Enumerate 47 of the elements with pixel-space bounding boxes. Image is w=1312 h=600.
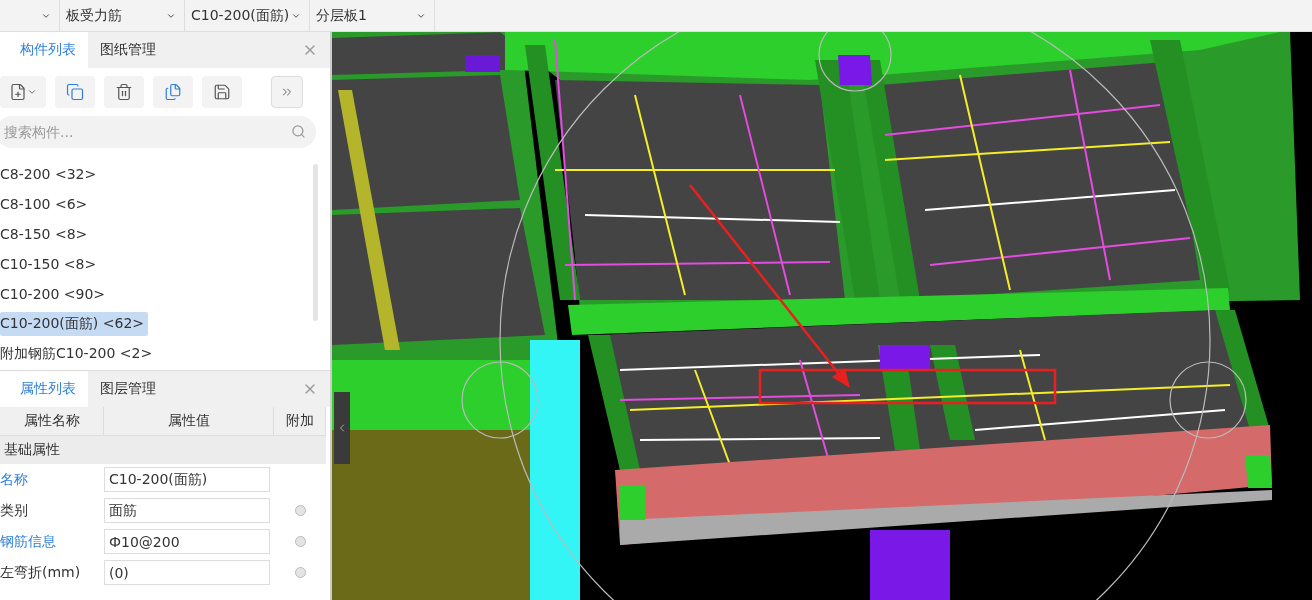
property-field[interactable]: (0): [104, 560, 270, 585]
attach-radio[interactable]: [294, 567, 306, 578]
list-item[interactable]: C10-150 <8>: [0, 252, 101, 276]
files-icon: [164, 83, 182, 101]
column-header: 属性值: [104, 407, 274, 436]
property-name: 左弯折(mm): [0, 562, 82, 582]
orbit-gizmo-drawing[interactable]: [461, 32, 1247, 600]
copy-button[interactable]: [55, 76, 95, 108]
save-icon: [213, 83, 231, 101]
duplicate-button[interactable]: [153, 76, 193, 108]
copy-icon: [66, 83, 84, 101]
property-field[interactable]: C10-200(面筋): [104, 467, 270, 492]
list-item[interactable]: C8-150 <8>: [0, 222, 92, 246]
list-item[interactable]: 附加钢筋C10-200 <2>: [0, 342, 157, 366]
search-field[interactable]: 搜索构件...: [0, 116, 316, 148]
new-file-button[interactable]: [0, 76, 46, 108]
list-item[interactable]: C10-200 <90>: [0, 282, 110, 306]
column-header: 附加: [274, 407, 326, 436]
trash-icon: [115, 83, 133, 101]
new-file-icon: [9, 83, 27, 101]
property-name: 类别: [0, 500, 29, 520]
double-chevron-icon: [280, 85, 294, 99]
column-header: 属性名称: [0, 407, 104, 436]
dropdown[interactable]: 分层板1: [310, 0, 435, 31]
panel-tab[interactable]: 图层管理: [88, 371, 168, 407]
panel-tab[interactable]: 图纸管理: [88, 32, 168, 68]
dropdown[interactable]: C10-200(面筋): [185, 0, 310, 31]
list-item[interactable]: C8-100 <6>: [0, 192, 92, 216]
collapse-handle[interactable]: [334, 392, 350, 464]
panel-tab[interactable]: 构件列表: [0, 32, 88, 68]
group-row[interactable]: 基础属性: [0, 436, 326, 464]
delete-button[interactable]: [104, 76, 144, 108]
property-name: 钢筋信息: [0, 531, 57, 551]
property-name: 名称: [0, 469, 29, 489]
list-item[interactable]: C8-200 <32>: [0, 162, 101, 186]
dropdown[interactable]: 板受力筋: [60, 0, 185, 31]
list-item[interactable]: C10-200(面筋) <62>: [0, 312, 148, 336]
caret-icon: [27, 87, 37, 97]
attach-radio[interactable]: [294, 505, 306, 516]
property-field[interactable]: Ф10@200: [104, 529, 270, 554]
panel-tab[interactable]: 属性列表: [0, 371, 88, 407]
save-button[interactable]: [202, 76, 242, 108]
scrollbar[interactable]: [313, 164, 318, 321]
attach-radio[interactable]: [294, 536, 306, 547]
property-field[interactable]: 面筋: [104, 498, 270, 523]
more-button[interactable]: [271, 76, 303, 108]
search-icon: [291, 124, 306, 139]
